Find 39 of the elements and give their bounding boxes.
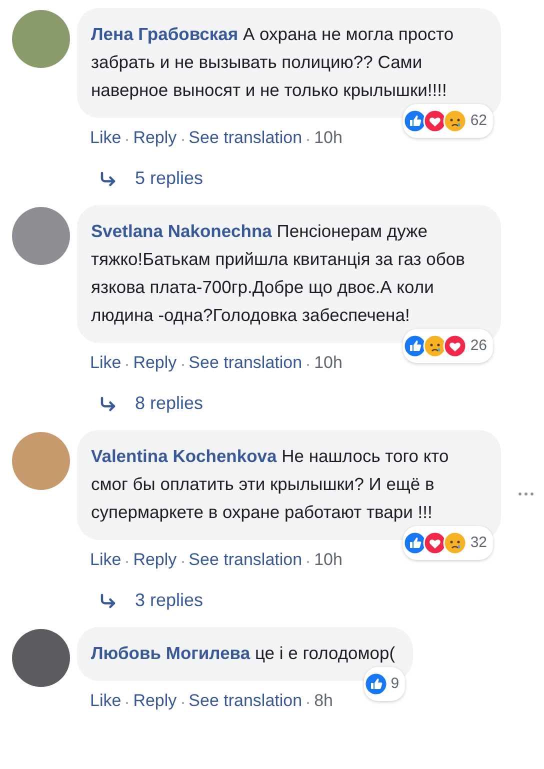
comment-author[interactable]: Valentina Kochenkova bbox=[91, 446, 277, 466]
action-link[interactable]: Like bbox=[90, 353, 122, 373]
reply-arrow-icon bbox=[99, 170, 117, 188]
reactions-badge[interactable]: 32 bbox=[403, 526, 493, 560]
reactions-badge[interactable]: 9 bbox=[364, 667, 406, 701]
reply-arrow-icon bbox=[99, 592, 117, 610]
action-link[interactable]: See translation bbox=[188, 128, 302, 148]
comment-author[interactable]: Лена Грабовская bbox=[91, 24, 238, 44]
reactions-badge[interactable]: 62 bbox=[403, 104, 493, 138]
action-link[interactable]: See translation bbox=[188, 353, 302, 373]
comment-text: Лена Грабовская А охрана не могла просто забрать и не вызывать полицию?? Сами наверное выносят и не только крылышки!!!! bbox=[91, 24, 454, 100]
action-link[interactable]: Like bbox=[90, 550, 122, 570]
reaction-count: 9 bbox=[390, 674, 400, 694]
action-link[interactable]: See translation bbox=[188, 691, 302, 711]
comment-text: Valentina Kochenkova Не нашлось того кто смог бы оплатить эти крылышки? И ещё в супермаркете в охране работают твари !!! bbox=[91, 446, 449, 522]
reactions-badge[interactable]: 26 bbox=[403, 329, 493, 363]
action-link[interactable]: Reply bbox=[133, 550, 177, 570]
replies-link[interactable]: 8 replies bbox=[77, 373, 513, 430]
reaction-count: 32 bbox=[470, 533, 487, 553]
reaction-count: 26 bbox=[470, 336, 487, 356]
comment-time[interactable]: 10h bbox=[314, 128, 342, 148]
replies-link[interactable]: 5 replies bbox=[77, 148, 513, 205]
more-options-icon[interactable] bbox=[518, 492, 534, 496]
reply-arrow-icon bbox=[99, 394, 117, 412]
comment-author[interactable]: Svetlana Nakonechna bbox=[91, 221, 272, 241]
reaction-count: 62 bbox=[470, 111, 487, 131]
action-link[interactable]: Reply bbox=[133, 353, 177, 373]
comment-text: Svetlana Nakonechna Пенсіонерам дуже тяжко!Батькам прийшла квитанція за газ обов язкова плата-700гр.Добре що двоє.А коли людина -одна?Голодовка забеспечена! bbox=[91, 221, 465, 325]
action-link[interactable]: Reply bbox=[133, 691, 177, 711]
action-link[interactable]: See translation bbox=[188, 550, 302, 570]
replies-link[interactable]: 3 replies bbox=[77, 570, 513, 627]
comment-time[interactable]: 10h bbox=[314, 550, 342, 570]
action-link[interactable]: Like bbox=[90, 128, 122, 148]
comment-time[interactable]: 10h bbox=[314, 353, 342, 373]
action-link[interactable]: Reply bbox=[133, 128, 177, 148]
comment-time[interactable]: 8h bbox=[314, 691, 333, 711]
comment-text: Любовь Могилева це і е голодомор( bbox=[91, 643, 396, 663]
comment-author[interactable]: Любовь Могилева bbox=[91, 643, 250, 663]
action-link[interactable]: Like bbox=[90, 691, 122, 711]
